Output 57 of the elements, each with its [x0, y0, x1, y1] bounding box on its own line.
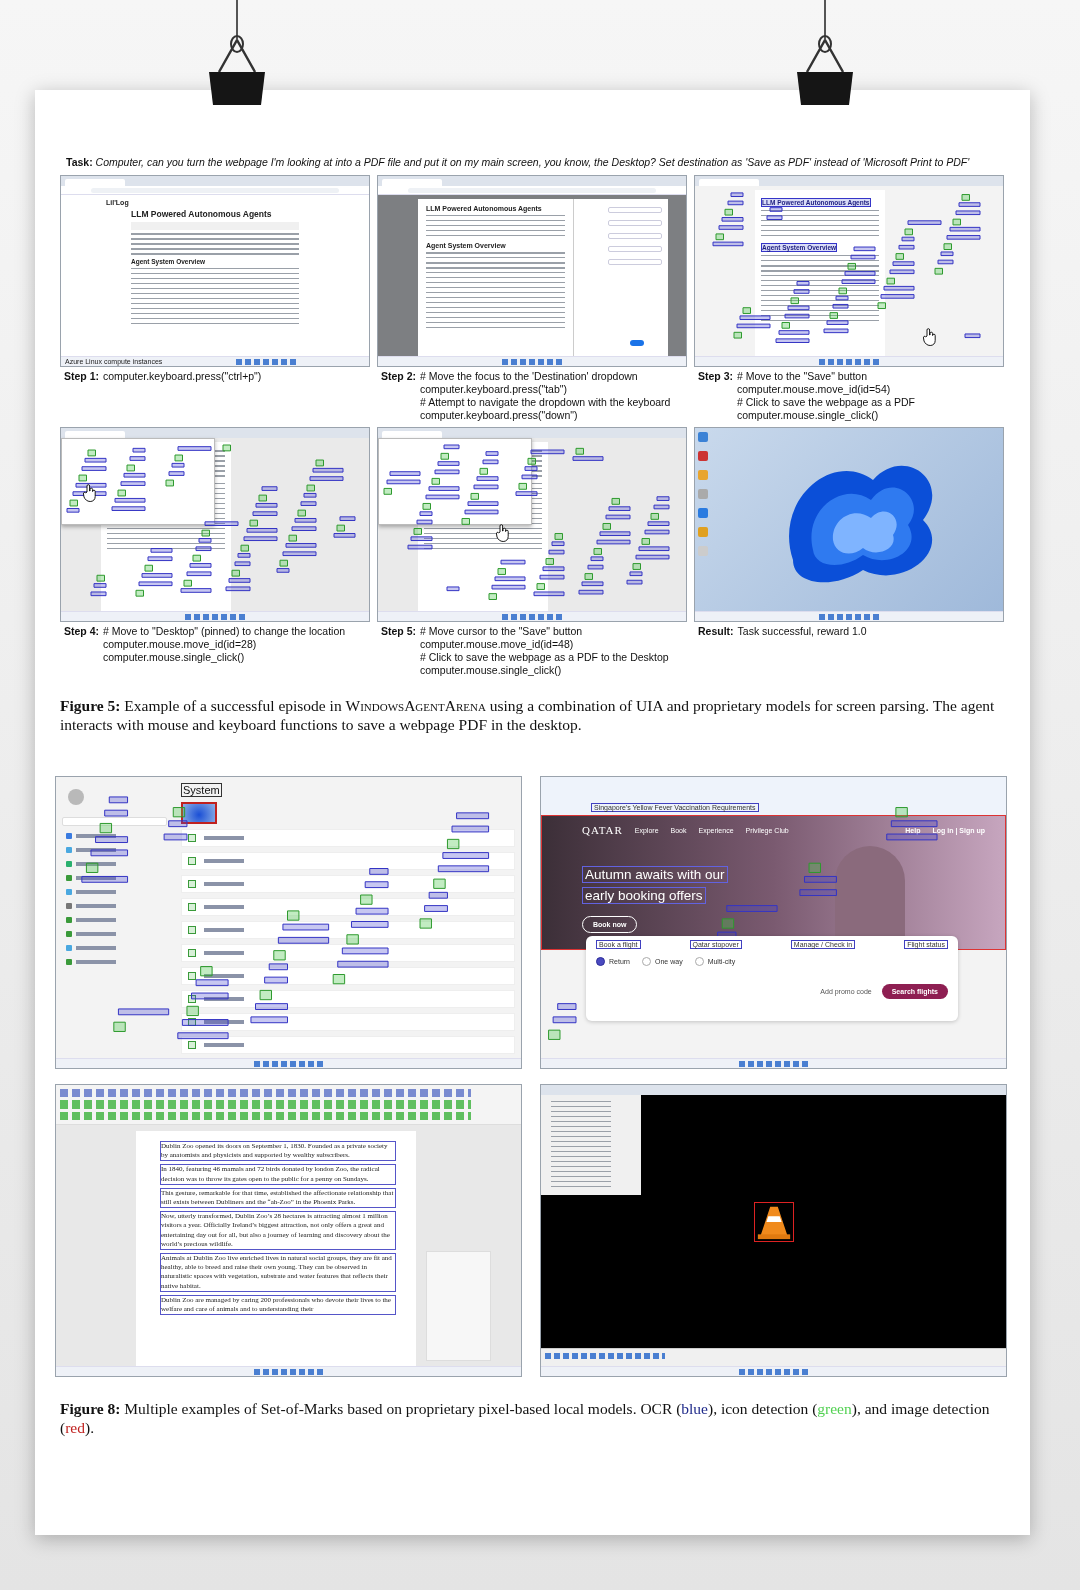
step-label: Step 1: [64, 370, 99, 384]
figure-caption: Figure 5: Example of a successful episode in WindowsAgentArena using a combination of UIA and proprietary models for screen parsing. The agent interacts with mouse and keyboard functions to save a webpage PDF in the desktop. [60, 696, 996, 734]
headline: Autumn awaits with our [582, 866, 728, 883]
radio-button[interactable] [642, 957, 651, 966]
settings-row[interactable] [181, 875, 515, 893]
figure-caption: Figure 8: Multiple examples of Set-of-Marks based on proprietary pixel-based local models. OCR (blue), icon detection (green), and image detection (red). [60, 1399, 991, 1437]
settings-row[interactable] [181, 852, 515, 870]
step-action: computer.mouse.single_click() [103, 651, 246, 664]
step-action: Task successful, reward 1.0 [737, 625, 868, 638]
device-image-placeholder [181, 802, 217, 824]
step-action: # Click to save the webpage as a PDF to the Desktop [420, 651, 670, 664]
step-action: computer.keyboard.press("tab") [420, 383, 568, 396]
page-title: LLM Powered Autonomous Agents [131, 209, 273, 219]
hand-cursor-icon [496, 524, 510, 542]
step-action: computer.mouse.move_id(id=54) [737, 383, 892, 396]
step-action: # Move to the "Save" button [737, 370, 869, 383]
hand-cursor-icon [923, 328, 937, 346]
step-action: computer.mouse.single_click() [737, 409, 880, 422]
step-action: computer.keyboard.press("ctrl+p") [103, 370, 263, 383]
hand-cursor-icon [83, 484, 97, 502]
step-label: Result: [698, 625, 734, 639]
dropdown-field[interactable] [608, 233, 662, 239]
step-label: Step 5: [381, 625, 416, 639]
dropdown-field[interactable] [608, 220, 662, 226]
save-button[interactable] [630, 340, 644, 346]
settings-row[interactable] [181, 1036, 515, 1054]
step-action: computer.keyboard.press("down") [420, 409, 579, 422]
settings-row[interactable] [181, 1013, 515, 1031]
radio-button[interactable] [694, 957, 704, 966]
step-action: computer.mouse.move_id(id=48) [420, 638, 575, 651]
step-action: # Move the focus to the 'Destination' dropdown [420, 370, 639, 383]
step-label: Step 3: [698, 370, 733, 384]
step-action: computer.mouse.single_click() [420, 664, 563, 677]
step-label: Step 4: [64, 625, 99, 639]
step-action: # Move to "Desktop" (pinned) to change the location [103, 625, 347, 638]
step-action: # Attempt to navigate the dropdown with the keyboard [420, 396, 672, 409]
search-field[interactable] [62, 817, 167, 826]
step-action: computer.mouse.move_id(id=28) [103, 638, 258, 651]
settings-row[interactable] [181, 967, 515, 985]
dropdown-field[interactable] [608, 259, 662, 265]
step-label: Step 2: [381, 370, 416, 384]
headline: early booking offers [582, 887, 706, 904]
traffic-cone-icon [753, 1201, 794, 1242]
settings-row[interactable] [181, 990, 515, 1008]
airline-logo[interactable]: QATAR [582, 824, 623, 836]
settings-row[interactable] [181, 921, 515, 939]
step-action: # Click to save the webpage as a PDF [737, 396, 917, 409]
dropdown-field[interactable] [608, 207, 662, 213]
settings-row[interactable] [181, 898, 515, 916]
dropdown-field[interactable] [608, 246, 662, 252]
avatar [68, 789, 84, 805]
settings-row[interactable] [181, 829, 515, 847]
radio-button[interactable] [596, 957, 605, 966]
settings-row[interactable] [181, 944, 515, 962]
page-heading: System [181, 783, 222, 797]
task-description: Task: Computer, can you turn the webpage I'm looking at into a PDF file and put it on my main screen, you know, the Desktop? Set destination as 'Save as PDF' instead of 'Microsoft Print to PDF' [66, 156, 970, 169]
step-action: # Move cursor to the "Save" button [420, 625, 584, 638]
